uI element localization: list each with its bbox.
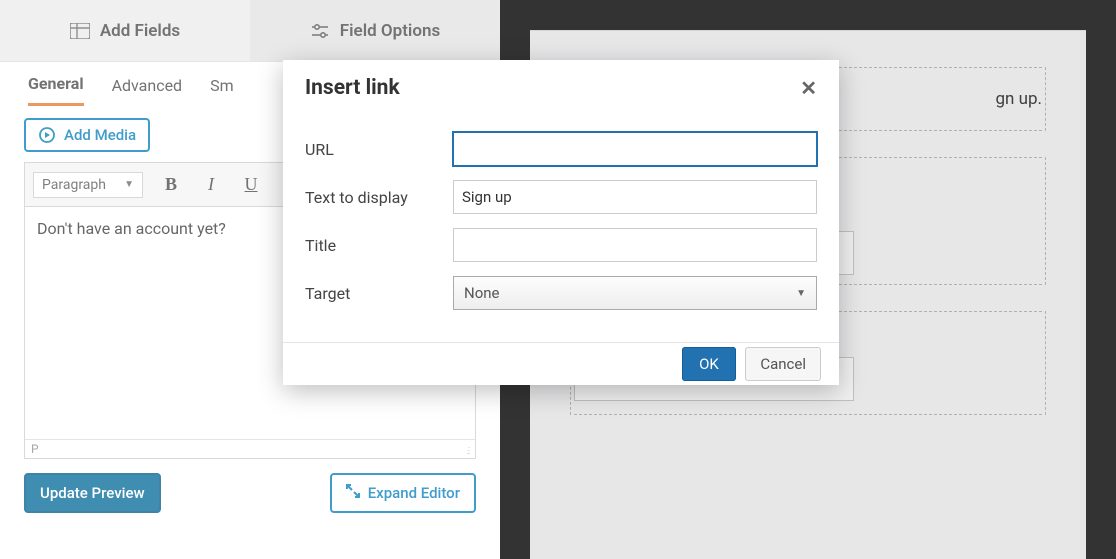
- expand-icon: [346, 484, 360, 502]
- subtab-smart[interactable]: Sm: [210, 66, 234, 105]
- title-input[interactable]: [453, 228, 817, 262]
- title-label: Title: [305, 236, 453, 255]
- insert-link-modal: Insert link ✕ URL Text to display Title …: [283, 60, 839, 385]
- add-media-button[interactable]: Add Media: [24, 118, 150, 152]
- add-fields-icon: [70, 23, 90, 39]
- resize-handle-icon[interactable]: .. ... ....: [467, 445, 469, 454]
- tab-add-fields-label: Add Fields: [100, 21, 180, 41]
- editor-path: P: [31, 442, 39, 456]
- chevron-down-icon: ▼: [124, 179, 134, 190]
- tab-add-fields[interactable]: Add Fields: [0, 0, 250, 61]
- bottom-buttons: Update Preview Expand Editor: [24, 473, 476, 513]
- modal-footer: OK Cancel: [283, 342, 839, 385]
- editor-status-bar: P .. ... ....: [25, 439, 475, 458]
- preview-text-fragment: gn up.: [995, 89, 1042, 109]
- bold-button[interactable]: B: [159, 174, 183, 195]
- subtab-general[interactable]: General: [28, 64, 84, 106]
- url-input[interactable]: [453, 132, 817, 166]
- format-select[interactable]: Paragraph ▼: [33, 172, 143, 198]
- modal-header: Insert link ✕: [283, 60, 839, 110]
- cancel-button[interactable]: Cancel: [745, 347, 821, 381]
- text-to-display-input[interactable]: [453, 180, 817, 214]
- add-media-label: Add Media: [64, 126, 136, 144]
- expand-editor-button[interactable]: Expand Editor: [330, 473, 476, 513]
- target-select-value: None: [464, 284, 500, 302]
- modal-title: Insert link: [305, 76, 400, 100]
- ok-button[interactable]: OK: [682, 347, 736, 381]
- url-label: URL: [305, 140, 453, 159]
- subtab-advanced[interactable]: Advanced: [112, 66, 183, 105]
- text-to-display-label: Text to display: [305, 188, 453, 207]
- expand-editor-label: Expand Editor: [368, 484, 460, 502]
- italic-button[interactable]: I: [199, 174, 223, 195]
- underline-button[interactable]: U: [239, 174, 263, 195]
- close-icon[interactable]: ✕: [800, 76, 817, 100]
- media-icon: [38, 126, 56, 144]
- target-label: Target: [305, 284, 453, 303]
- format-select-value: Paragraph: [42, 177, 106, 193]
- tab-field-options-label: Field Options: [340, 21, 440, 41]
- modal-body: URL Text to display Title Target None ▼: [283, 110, 839, 342]
- tab-field-options[interactable]: Field Options: [250, 0, 500, 61]
- main-tabs: Add Fields Field Options: [0, 0, 500, 62]
- chevron-down-icon: ▼: [796, 288, 806, 299]
- sliders-icon: [310, 23, 330, 39]
- target-select[interactable]: None ▼: [453, 276, 817, 310]
- update-preview-button[interactable]: Update Preview: [24, 473, 161, 513]
